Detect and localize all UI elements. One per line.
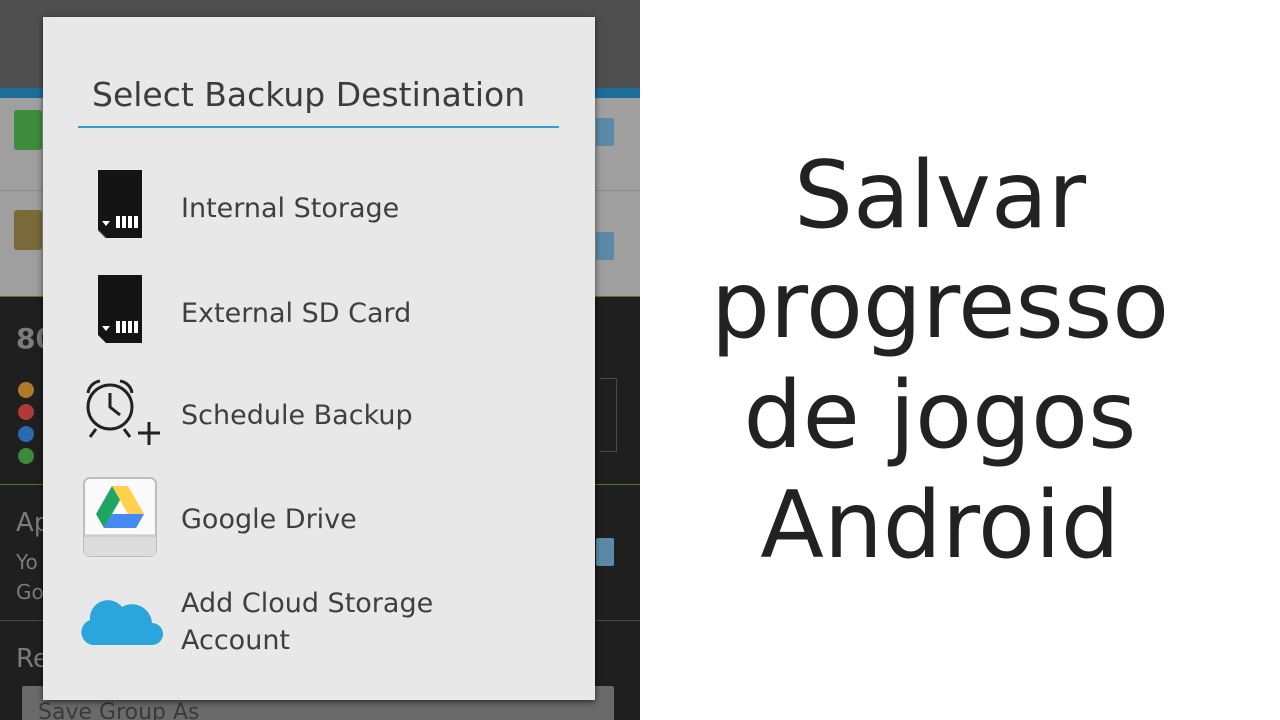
sd-card-icon bbox=[92, 168, 148, 246]
headline-line: Android bbox=[760, 471, 1120, 579]
app-mini-icon bbox=[18, 382, 34, 398]
option-label: Google Drive bbox=[181, 504, 357, 535]
option-external-sd-card[interactable]: External SD Card bbox=[78, 267, 559, 363]
panel-frame bbox=[600, 378, 617, 452]
headline-line: de jogos bbox=[743, 361, 1137, 469]
checkbox[interactable] bbox=[596, 118, 614, 146]
phone-screenshot: 80 Ap Yo Go Re Save Group As Select Back… bbox=[0, 0, 640, 720]
app-mini-icon bbox=[18, 448, 34, 464]
option-label: External SD Card bbox=[181, 298, 412, 329]
headline-line: progresso bbox=[710, 251, 1170, 359]
option-label-line: Account bbox=[181, 625, 291, 656]
app-icon-peek bbox=[14, 110, 42, 150]
headline: Salvar progresso de jogos Android bbox=[640, 140, 1240, 580]
option-label: Schedule Backup bbox=[181, 400, 413, 431]
save-group-placeholder: Save Group As bbox=[38, 700, 200, 720]
option-schedule-backup[interactable]: Schedule Backup bbox=[78, 371, 559, 467]
cloud-icon bbox=[78, 593, 164, 651]
headline-line: Salvar bbox=[793, 141, 1087, 249]
app-mini-icon bbox=[18, 426, 34, 442]
backup-destination-dialog: Select Backup Destination Internal Stora… bbox=[43, 17, 595, 700]
google-drive-icon bbox=[82, 476, 158, 562]
option-add-cloud-storage[interactable]: Add Cloud Storage Account bbox=[78, 583, 559, 663]
option-label: Add Cloud Storage Account bbox=[181, 585, 433, 659]
app-mini-icon bbox=[18, 404, 34, 420]
app-icon-peek bbox=[14, 210, 42, 250]
option-label-line: Add Cloud Storage bbox=[181, 588, 434, 619]
dialog-title: Select Backup Destination bbox=[92, 75, 526, 114]
alarm-clock-plus-icon bbox=[80, 373, 162, 461]
title-divider bbox=[78, 126, 559, 128]
option-label: Internal Storage bbox=[181, 193, 400, 224]
section-text: Yo bbox=[16, 550, 38, 574]
checkbox[interactable] bbox=[596, 232, 614, 260]
option-google-drive[interactable]: Google Drive bbox=[78, 474, 559, 570]
sd-card-icon bbox=[92, 273, 148, 351]
checkbox[interactable] bbox=[596, 538, 614, 566]
option-internal-storage[interactable]: Internal Storage bbox=[78, 162, 559, 258]
section-text: Go bbox=[16, 580, 44, 604]
